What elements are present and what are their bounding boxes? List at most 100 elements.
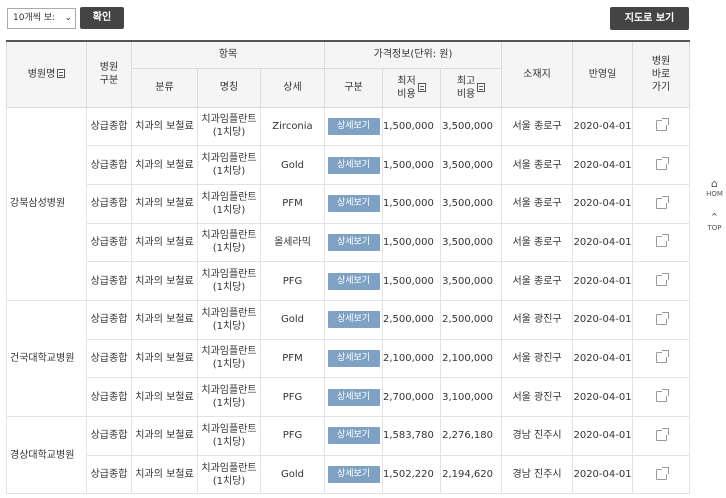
date: 2020-04-01 [572, 222, 634, 263]
sort-icon[interactable] [417, 83, 426, 92]
min-cost: 1,500,000 [382, 106, 441, 147]
hospital-type: 상급종합 [86, 338, 132, 379]
max-cost: 3,500,000 [439, 106, 503, 147]
item-detail: PFG [260, 261, 325, 301]
table-row: 상급종합 치과의 보철료 치과임플란트 (1치당) PFG 상세보기 1,500,000 3… [7, 261, 691, 301]
location: 서울 광진구 [501, 377, 574, 417]
hospital-name: 건국대학교병원 [6, 299, 87, 418]
header-max-cost-label: 최고 비용 [456, 75, 476, 100]
shortcut-cell [632, 261, 691, 301]
item-name: 치과임플란트 (1치당) [197, 416, 261, 456]
hospital-name: 강북삼성병원 [6, 106, 87, 301]
external-link-icon[interactable] [655, 350, 669, 364]
top-button[interactable]: ⌃ TOP [703, 212, 726, 233]
detail-button[interactable]: 상세보기 [327, 272, 380, 290]
detail-button[interactable]: 상세보기 [327, 427, 380, 445]
home-button[interactable]: ⌂ HOM [703, 177, 726, 199]
detail-button[interactable]: 상세보기 [327, 117, 380, 135]
item-name: 치과임플란트 (1치당) [197, 377, 261, 417]
toolbar: 10개씩 보: ⌄ 확인 지도로 보기 [0, 0, 726, 40]
type-cell: 상세보기 [324, 338, 383, 379]
min-cost: 2,100,000 [382, 338, 441, 379]
shortcut-cell [632, 377, 691, 417]
table-row: 강북삼성병원 상급종합 치과의 보철료 치과임플란트 (1치당) Zirconia 상세보… [6, 106, 691, 301]
external-link-icon[interactable] [655, 195, 669, 209]
item-name: 치과임플란트 (1치당) [197, 261, 261, 301]
external-link-icon[interactable] [655, 234, 669, 248]
header-category: 분류 [131, 67, 198, 108]
table-body: 강북삼성병원 상급종합 치과의 보철료 치과임플란트 (1치당) Zirconia 상세보… [6, 106, 691, 495]
header-max-cost[interactable]: 최고 비용 [439, 67, 503, 108]
detail-button[interactable]: 상세보기 [327, 195, 380, 213]
external-link-icon[interactable] [655, 389, 669, 403]
hospital-type: 상급종합 [86, 416, 132, 456]
hospital-type: 상급종합 [86, 145, 132, 185]
max-cost: 2,500,000 [439, 299, 503, 340]
item-name: 치과임플란트 (1치당) [197, 106, 261, 147]
min-cost: 2,500,000 [382, 299, 441, 340]
external-link-icon[interactable] [655, 157, 669, 171]
page-size-select[interactable]: 10개씩 보: ⌄ [7, 8, 76, 29]
top-label: TOP [707, 224, 722, 232]
external-link-icon[interactable] [655, 118, 669, 132]
date: 2020-04-01 [572, 183, 634, 224]
external-link-icon[interactable] [655, 273, 669, 287]
item-detail: Gold [260, 454, 325, 495]
item-detail: Gold [260, 145, 325, 185]
detail-button[interactable]: 상세보기 [327, 388, 380, 406]
sort-icon[interactable] [57, 69, 66, 79]
location: 서울 종로구 [501, 145, 574, 185]
item-name: 치과임플란트 (1치당) [197, 222, 261, 263]
table-row: 상급종합 치과의 보철료 치과임플란트 (1치당) Gold 상세보기 1,500,000… [7, 145, 691, 185]
category: 치과의 보철료 [131, 106, 198, 147]
location: 서울 광진구 [501, 338, 574, 379]
home-icon: ⌂ [711, 177, 718, 190]
table-row: 상급종합 치과의 보철료 치과임플란트 (1치당) Gold 상세보기 1,502,220… [7, 454, 691, 495]
detail-button[interactable]: 상세보기 [327, 349, 380, 367]
header-min-cost[interactable]: 최저 비용 [382, 67, 441, 108]
shortcut-cell [632, 145, 691, 185]
min-cost: 1,500,000 [382, 222, 441, 263]
item-name: 치과임플란트 (1치당) [197, 183, 261, 224]
price-table: 병원명 병원 구분 항목 가격정보(단위: 원) 소재지 반영일 병원 바로 가… [6, 40, 691, 495]
detail-button[interactable]: 상세보기 [327, 233, 380, 251]
detail-button[interactable]: 상세보기 [327, 311, 380, 329]
item-name: 치과임플란트 (1치당) [197, 338, 261, 379]
detail-button[interactable]: 상세보기 [327, 466, 380, 484]
type-cell: 상세보기 [324, 416, 383, 456]
table-row: 상급종합 치과의 보철료 치과임플란트 (1치당) PFM 상세보기 1,500,000 3… [7, 183, 691, 224]
external-link-icon[interactable] [655, 311, 669, 325]
min-cost: 2,700,000 [382, 377, 441, 417]
location: 경남 진주시 [501, 416, 574, 456]
max-cost: 2,276,180 [439, 416, 503, 456]
map-view-button[interactable]: 지도로 보기 [610, 7, 689, 30]
category: 치과의 보철료 [131, 454, 198, 495]
hospital-type: 상급종합 [86, 377, 132, 417]
external-link-icon[interactable] [655, 427, 669, 441]
date: 2020-04-01 [572, 454, 634, 495]
item-detail: 올세라믹 [260, 222, 325, 263]
min-cost: 1,500,000 [382, 145, 441, 185]
shortcut-cell [632, 416, 691, 456]
location: 서울 종로구 [501, 222, 574, 263]
max-cost: 2,194,620 [439, 454, 503, 495]
confirm-button[interactable]: 확인 [80, 7, 124, 29]
shortcut-cell [632, 299, 691, 340]
detail-button[interactable]: 상세보기 [327, 156, 380, 174]
header-hospital[interactable]: 병원명 [6, 40, 87, 108]
item-detail: PFG [260, 416, 325, 456]
hospital-type: 상급종합 [86, 106, 132, 147]
item-name: 치과임플란트 (1치당) [197, 145, 261, 185]
header-item-group: 항목 [131, 40, 325, 69]
shortcut-cell [632, 454, 691, 495]
table-row: 상급종합 치과의 보철료 치과임플란트 (1치당) PFG 상세보기 2,700,000 3… [7, 377, 691, 417]
date: 2020-04-01 [572, 377, 634, 417]
header-type: 구분 [324, 67, 383, 108]
category: 치과의 보철료 [131, 261, 198, 301]
external-link-icon[interactable] [655, 466, 669, 480]
sort-icon[interactable] [477, 83, 486, 92]
type-cell: 상세보기 [324, 222, 383, 263]
item-name: 치과임플란트 (1치당) [197, 299, 261, 340]
min-cost: 1,502,220 [382, 454, 441, 495]
hospital-type: 상급종합 [86, 454, 132, 495]
